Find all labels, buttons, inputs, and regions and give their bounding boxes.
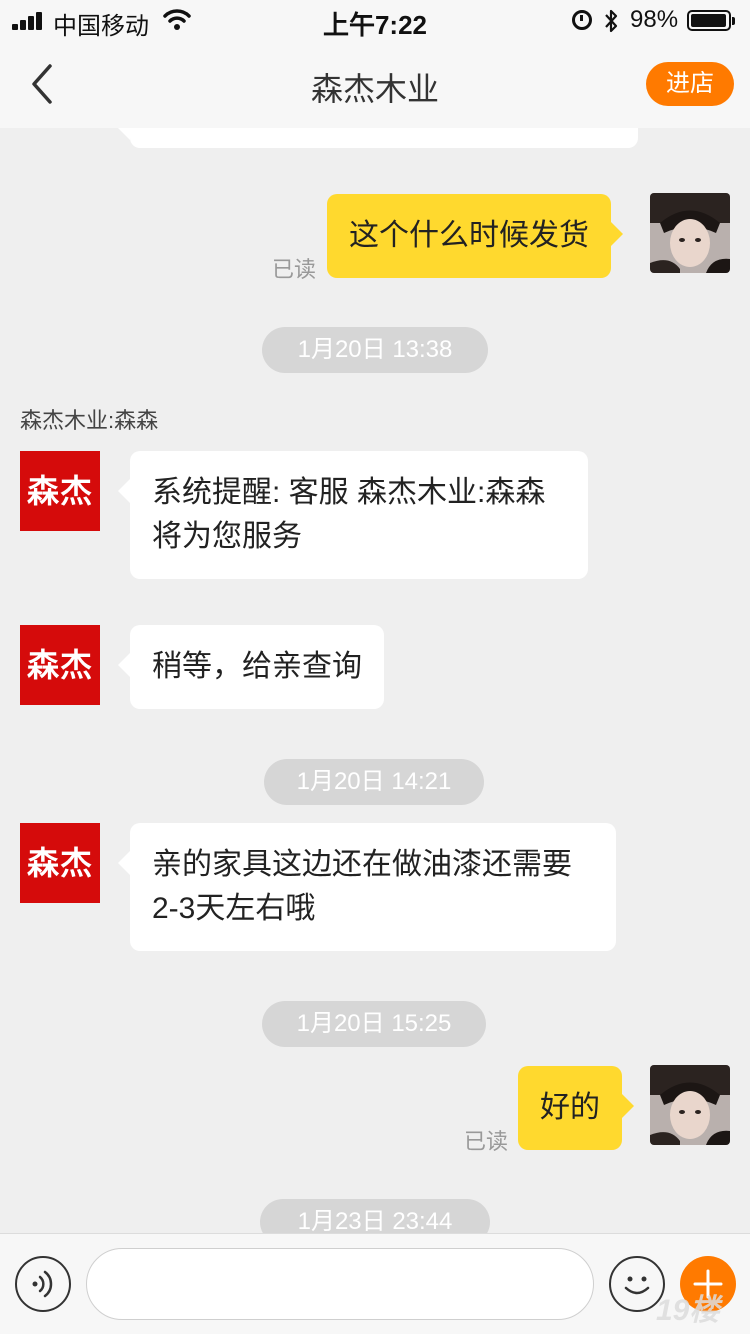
message-bubble-outgoing[interactable]: 这个什么时候发货	[327, 194, 623, 278]
timestamp-pill: 1月20日 15:25	[262, 1001, 486, 1047]
read-receipt: 已读	[272, 257, 317, 282]
message-bubble-partial	[118, 128, 638, 148]
message-bubble-outgoing[interactable]: 好的	[518, 1066, 634, 1150]
timestamp-pill: 1月23日 23:44	[260, 1199, 490, 1233]
watermark-logo: 19楼	[656, 1294, 720, 1327]
message-bubble-incoming[interactable]: 稍等，给亲查询	[118, 625, 384, 709]
shop-avatar[interactable]: 森杰	[20, 625, 100, 705]
voice-button[interactable]	[15, 1256, 71, 1312]
message-text-line: 亲的家具这边还在做油漆还需要	[152, 848, 572, 881]
chat-list[interactable]: 已读 这个什么时候发货 1月20日 13:38 森杰木业:森森 森杰 系统提醒:…	[0, 128, 750, 1233]
voice-icon	[32, 1270, 53, 1298]
battery-fill	[691, 14, 727, 27]
battery-percent: 98%	[630, 6, 679, 33]
read-receipt: 已读	[464, 1129, 509, 1154]
user-avatar-image	[650, 1065, 730, 1145]
shop-avatar-logo: 森杰	[26, 646, 93, 684]
message-text: 稍等，给亲查询	[152, 650, 362, 683]
shop-avatar[interactable]: 森杰	[20, 823, 100, 903]
alarm-icon	[572, 10, 592, 30]
status-bar: 中国移动 上午7:22 98%	[0, 0, 750, 40]
message-text: 好的	[540, 1091, 600, 1124]
shop-avatar-logo: 森杰	[26, 844, 93, 882]
user-avatar-image	[650, 193, 730, 273]
nav-bar: 森杰木业 进店	[0, 40, 750, 128]
message-text-line: 将为您服务	[152, 520, 302, 553]
message-text: 这个什么时候发货	[349, 219, 589, 252]
message-bubble-incoming[interactable]: 亲的家具这边还在做油漆还需要 2-3天左右哦	[118, 823, 616, 951]
message-bubble-incoming[interactable]: 系统提醒: 客服 森杰木业:森森 将为您服务	[118, 451, 588, 579]
sender-name: 森杰木业:森森	[20, 408, 159, 433]
enter-store-button[interactable]: 进店	[646, 62, 734, 106]
message-text-line: 系统提醒: 客服 森杰木业:森森	[152, 476, 546, 509]
timestamp-pill: 1月20日 14:21	[264, 759, 484, 805]
shop-avatar-logo: 森杰	[26, 472, 93, 510]
message-text-line: 2-3天左右哦	[152, 892, 316, 925]
page-title: 森杰木业	[310, 71, 439, 107]
shop-avatar[interactable]: 森杰	[20, 451, 100, 531]
timestamp-pill: 1月20日 13:38	[262, 327, 488, 373]
message-input[interactable]	[86, 1248, 594, 1320]
bluetooth-icon	[605, 9, 618, 33]
user-avatar[interactable]	[650, 193, 730, 273]
input-bar	[0, 1233, 750, 1334]
user-avatar[interactable]	[650, 1065, 730, 1145]
battery-icon	[687, 10, 735, 31]
